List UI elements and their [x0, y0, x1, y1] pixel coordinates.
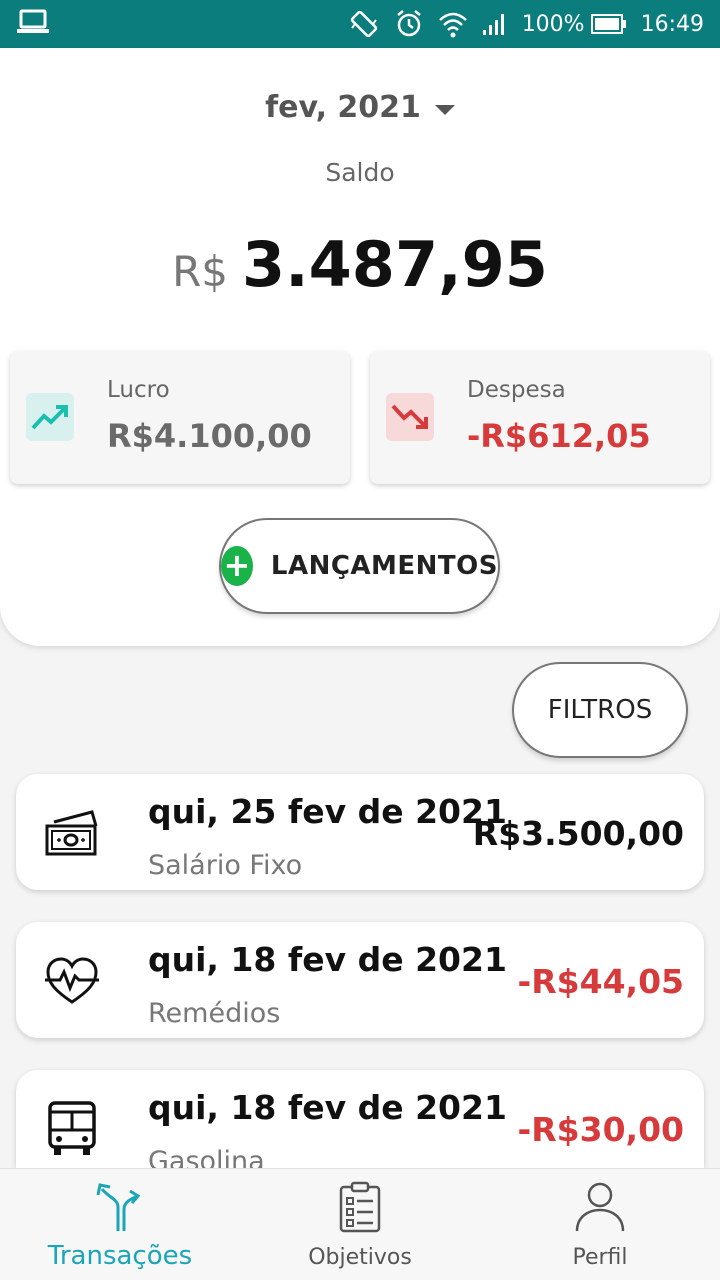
- bottom-navigation: Transações Objetivos Perfil: [0, 1168, 720, 1280]
- summary-card: fev, 2021 Saldo R$ 3.487,95 Lucro R$4.10…: [0, 48, 720, 646]
- filters-button[interactable]: FILTROS: [512, 662, 688, 758]
- transaction-description: Gasolina: [148, 1146, 265, 1168]
- saldo-label: Saldo: [325, 158, 395, 187]
- lancamentos-label: LANÇAMENTOS: [270, 551, 498, 581]
- nav-objetivos[interactable]: Objetivos: [240, 1169, 480, 1280]
- add-lancamentos-button[interactable]: + LANÇAMENTOS: [219, 518, 500, 614]
- vibrate-icon: [348, 8, 380, 40]
- signal-icon: [482, 12, 508, 36]
- nav-label: Objetivos: [308, 1245, 412, 1270]
- saldo-value: 3.487,95: [241, 228, 548, 301]
- trending-down-icon: [386, 393, 434, 441]
- transaction-description: Salário Fixo: [148, 850, 303, 881]
- transaction-description: Remédios: [148, 998, 281, 1029]
- chevron-down-icon: [434, 104, 455, 115]
- month-label: fev, 2021: [265, 90, 421, 125]
- saldo-currency: R$: [172, 247, 228, 296]
- transaction-date: qui, 18 fev de 2021: [148, 1088, 507, 1127]
- battery-percent: 100%: [521, 11, 585, 37]
- status-indicators: 100% 16:49: [348, 8, 704, 40]
- expense-card[interactable]: Despesa -R$612,05: [370, 351, 710, 484]
- expense-value: -R$612,05: [467, 417, 651, 455]
- saldo-amount: R$ 3.487,95: [0, 228, 720, 301]
- transaction-item[interactable]: qui, 18 fev de 2021 Gasolina -R$30,00: [16, 1070, 704, 1168]
- transaction-item[interactable]: qui, 18 fev de 2021 Remédios -R$44,05: [16, 922, 704, 1038]
- laptop-icon: [16, 9, 50, 39]
- battery-indicator: 100%: [522, 12, 627, 37]
- nav-perfil[interactable]: Perfil: [480, 1169, 720, 1280]
- status-bar: 100% 16:49: [0, 0, 720, 48]
- wifi-icon: [438, 10, 468, 38]
- alarm-icon: [394, 9, 424, 39]
- health-heart-icon: [44, 956, 100, 1006]
- nav-label: Perfil: [572, 1245, 628, 1270]
- transaction-date: qui, 18 fev de 2021: [148, 940, 507, 979]
- money-icon: [44, 808, 100, 858]
- transaction-value: -R$30,00: [517, 1110, 684, 1149]
- profit-value: R$4.100,00: [107, 417, 312, 455]
- trending-up-icon: [26, 393, 74, 441]
- transaction-value: R$3.500,00: [472, 814, 684, 853]
- profit-label: Lucro: [107, 377, 170, 403]
- nav-label: Transações: [47, 1241, 193, 1271]
- plus-icon: +: [221, 546, 253, 586]
- clock-time: 16:49: [640, 11, 704, 37]
- month-selector[interactable]: fev, 2021: [0, 90, 720, 125]
- bus-icon: [44, 1100, 100, 1155]
- transaction-item[interactable]: qui, 25 fev de 2021 Salário Fixo R$3.500…: [16, 774, 704, 890]
- profit-card[interactable]: Lucro R$4.100,00: [10, 351, 350, 484]
- expense-label: Despesa: [467, 377, 566, 403]
- clipboard-checklist-icon: [338, 1181, 382, 1233]
- transaction-date: qui, 25 fev de 2021: [148, 792, 507, 831]
- nav-transacoes[interactable]: Transações: [0, 1169, 240, 1280]
- transactions-arrows-icon: [94, 1181, 146, 1233]
- person-icon: [574, 1181, 626, 1233]
- transaction-value: -R$44,05: [517, 962, 684, 1001]
- battery-icon: [590, 13, 627, 35]
